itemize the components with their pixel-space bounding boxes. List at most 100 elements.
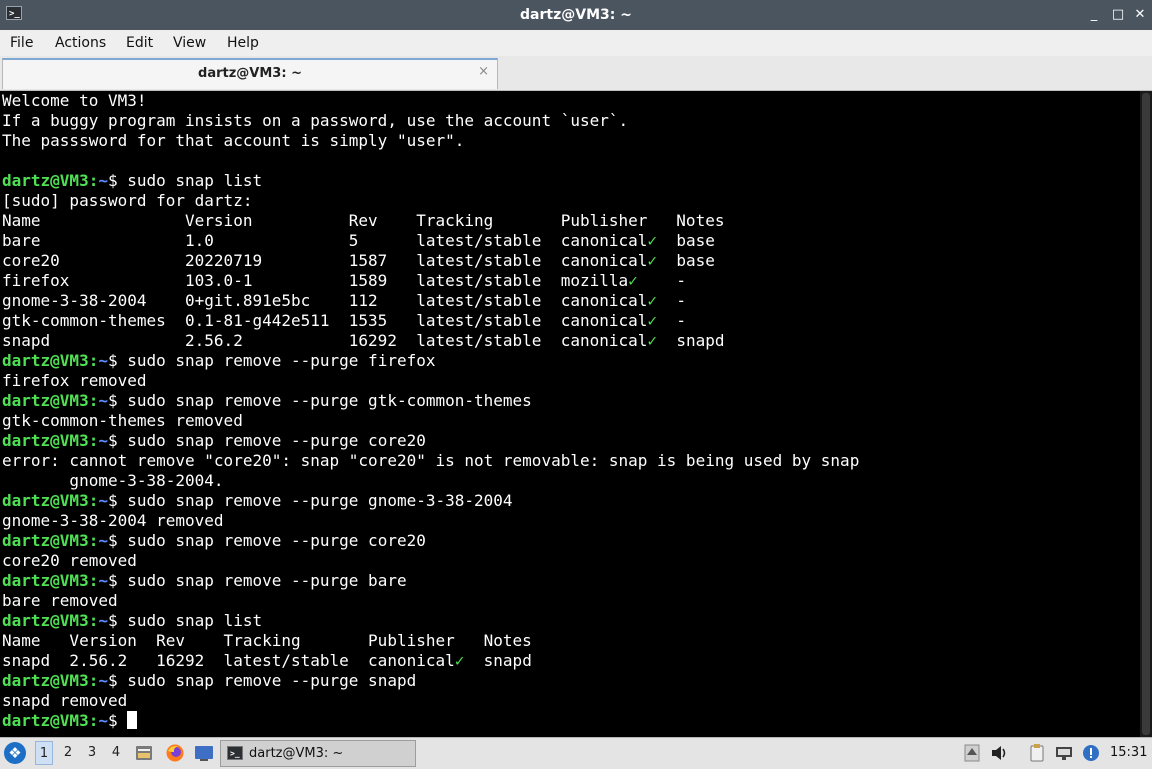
verified-check-icon: ✓ (647, 291, 658, 310)
menu-help[interactable]: Help (227, 30, 259, 56)
output-line: gnome-3-38-2004 0+git.891e5bc 112 latest… (2, 291, 859, 311)
prompt-line: dartz@VM3:~$ sudo snap remove --purge gt… (2, 391, 859, 411)
output-line: snapd removed (2, 691, 859, 711)
taskbar-terminal-button[interactable]: >_ dartz@VM3: ~ (220, 740, 416, 767)
output-text: snapd 2.56.2 16292 latest/stable canonic… (2, 651, 455, 670)
menu-edit[interactable]: Edit (126, 30, 153, 56)
output-text: gnome-3-38-2004 0+git.891e5bc 112 latest… (2, 291, 648, 310)
output-text: Welcome to VM3! (2, 91, 147, 110)
verified-check-icon: ✓ (647, 251, 658, 270)
clock[interactable]: 15:31 (1110, 738, 1147, 768)
output-text: bare 1.0 5 latest/stable canonical (2, 231, 648, 250)
terminal-view[interactable]: Welcome to VM3! If a buggy program insist… (0, 91, 1140, 737)
output-text: firefox 103.0-1 1589 latest/stable mozil… (2, 271, 629, 290)
notification-icon[interactable] (1081, 743, 1101, 763)
prompt-path: ~ (98, 611, 108, 630)
output-line: firefox removed (2, 371, 859, 391)
prompt-command: $ sudo snap remove --purge firefox (107, 351, 436, 370)
output-line: gtk-common-themes 0.1-81-g442e511 1535 l… (2, 311, 859, 331)
minimize-button[interactable]: _ (1085, 6, 1103, 24)
output-line: Welcome to VM3! (2, 91, 859, 111)
tab-label: dartz@VM3: ~ (198, 66, 302, 81)
output-text: snapd (464, 651, 532, 670)
prompt-user-host: dartz@VM3: (2, 571, 99, 590)
prompt-line: dartz@VM3:~$ sudo snap list (2, 171, 859, 191)
output-text: Name Version Rev Tracking Publisher Note… (2, 631, 532, 650)
window-title: dartz@VM3: ~ (520, 7, 632, 23)
prompt-line: dartz@VM3:~$ sudo snap remove --purge sn… (2, 671, 859, 691)
output-text: firefox removed (2, 371, 147, 390)
menu-bar: File Actions Edit View Help (0, 30, 1152, 56)
prompt-path: ~ (98, 491, 108, 510)
output-line: If a buggy program insists on a password… (2, 111, 859, 131)
output-line: gnome-3-38-2004. (2, 471, 859, 491)
prompt-user-host: dartz@VM3: (2, 671, 99, 690)
scrollbar-thumb[interactable] (1142, 93, 1150, 735)
verified-check-icon: ✓ (647, 331, 658, 350)
menu-file[interactable]: File (10, 30, 33, 56)
tab-close-icon[interactable]: × (478, 64, 489, 79)
prompt-user-host: dartz@VM3: (2, 531, 99, 550)
firefox-icon[interactable] (165, 743, 185, 763)
prompt-user-host: dartz@VM3: (2, 171, 99, 190)
menu-actions[interactable]: Actions (55, 30, 106, 56)
output-line: snapd 2.56.2 16292 latest/stable canonic… (2, 651, 859, 671)
output-line: core20 20220719 1587 latest/stable canon… (2, 251, 859, 271)
terminal-scrollbar[interactable] (1140, 91, 1152, 737)
start-menu-icon[interactable]: ❖ (4, 742, 26, 764)
clipboard-icon[interactable] (1027, 743, 1047, 763)
prompt-line: dartz@VM3:~$ sudo snap remove --purge fi… (2, 351, 859, 371)
output-line: core20 removed (2, 551, 859, 571)
prompt-user-host: dartz@VM3: (2, 431, 99, 450)
output-text: snapd removed (2, 691, 128, 710)
output-line: Name Version Rev Tracking Publisher Note… (2, 211, 859, 231)
prompt-command: $ (107, 711, 128, 730)
output-text: core20 removed (2, 551, 137, 570)
network-icon[interactable] (1054, 743, 1074, 763)
close-button[interactable]: ✕ (1131, 6, 1149, 24)
output-text: bare removed (2, 591, 118, 610)
prompt-line: dartz@VM3:~$ sudo snap remove --purge gn… (2, 491, 859, 511)
output-line: bare 1.0 5 latest/stable canonical✓ base (2, 231, 859, 251)
output-text: The passsword for that account is simply… (2, 131, 465, 150)
taskbar-task-label: dartz@VM3: ~ (249, 746, 344, 761)
prompt-command: $ sudo snap remove --purge bare (107, 571, 407, 590)
prompt-path: ~ (98, 711, 108, 730)
tab-strip: dartz@VM3: ~ × (0, 56, 1152, 91)
output-line: error: cannot remove "core20": snap "cor… (2, 451, 859, 471)
taskbar: ❖ 1 2 3 4 >_ dartz@VM3: ~ 15:31 (0, 737, 1152, 769)
prompt-path: ~ (98, 391, 108, 410)
workspace-1[interactable]: 1 (35, 741, 53, 765)
terminal-output: Welcome to VM3! If a buggy program insist… (2, 91, 859, 731)
workspace-2[interactable]: 2 (59, 741, 77, 765)
output-line: The passsword for that account is simply… (2, 131, 859, 151)
maximize-button[interactable]: □ (1109, 6, 1127, 24)
desktop-icon[interactable] (194, 743, 214, 763)
tab-terminal[interactable]: dartz@VM3: ~ × (2, 58, 498, 89)
prompt-command: $ sudo snap remove --purge gnome-3-38-20… (107, 491, 513, 510)
terminal-cursor (127, 711, 138, 729)
workspace-4[interactable]: 4 (107, 741, 125, 765)
output-text: base (657, 251, 715, 270)
up-arrow-icon[interactable] (962, 743, 982, 763)
output-text: snapd 2.56.2 16292 latest/stable canonic… (2, 331, 648, 350)
menu-view[interactable]: View (173, 30, 206, 56)
workspace-3[interactable]: 3 (83, 741, 101, 765)
window-titlebar[interactable]: >_ dartz@VM3: ~ _ □ ✕ (0, 0, 1152, 30)
output-line: gtk-common-themes removed (2, 411, 859, 431)
prompt-line: dartz@VM3:~$ sudo snap remove --purge ba… (2, 571, 859, 591)
output-text: - (657, 311, 686, 330)
prompt-path: ~ (98, 571, 108, 590)
output-line: gnome-3-38-2004 removed (2, 511, 859, 531)
output-text: core20 20220719 1587 latest/stable canon… (2, 251, 648, 270)
output-text: - (657, 291, 686, 310)
volume-icon[interactable] (990, 743, 1010, 763)
output-text: gtk-common-themes 0.1-81-g442e511 1535 l… (2, 311, 648, 330)
prompt-command: $ sudo snap remove --purge core20 (107, 431, 426, 450)
prompt-user-host: dartz@VM3: (2, 491, 99, 510)
output-text: error: cannot remove "core20": snap "cor… (2, 451, 860, 470)
prompt-line: dartz@VM3:~$ (2, 711, 859, 731)
output-line: firefox 103.0-1 1589 latest/stable mozil… (2, 271, 859, 291)
file-manager-icon[interactable] (134, 743, 154, 763)
